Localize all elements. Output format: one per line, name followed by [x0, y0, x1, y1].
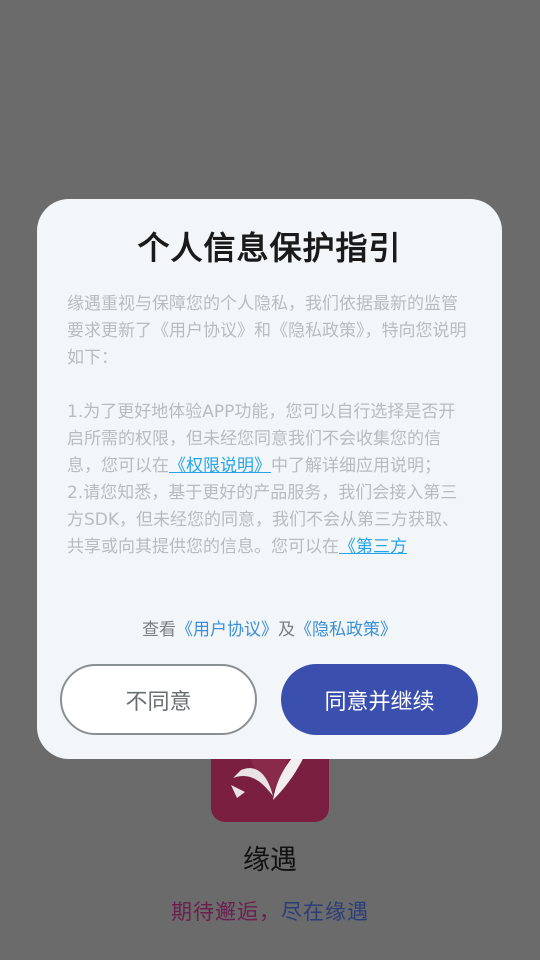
- app-name: 缘遇: [243, 845, 297, 876]
- third-party-link[interactable]: 《第三方: [339, 537, 407, 557]
- agreement-links: 查看《用户协议》及《隐私政策》: [37, 615, 502, 640]
- view-label: 查看: [142, 620, 176, 640]
- intro-text: 缘遇重视与保障您的个人隐私，我们依据最新的监管要求更新了《用户协议》和《隐私政策…: [67, 294, 467, 368]
- item-2: 2.请您知悉，基于更好的产品服务，我们会接入第三方SDK，但未经您的同意，我们不…: [67, 480, 469, 561]
- app-slogan: 期待邂逅，尽在缘遇: [0, 896, 540, 926]
- item-1-text-end: 中了解详细应用说明；: [271, 456, 441, 476]
- privacy-policy-link[interactable]: 《隐私政策》: [295, 620, 397, 640]
- slogan-part1: 期待邂逅，: [171, 900, 281, 924]
- privacy-dialog: 个人信息保护指引 缘遇重视与保障您的个人隐私，我们依据最新的监管要求更新了《用户…: [37, 199, 502, 759]
- dialog-title: 个人信息保护指引: [137, 229, 402, 267]
- slogan-part2: 尽在缘遇: [281, 900, 369, 924]
- dialog-body-scroll[interactable]: 缘遇重视与保障您的个人隐私，我们依据最新的监管要求更新了《用户协议》和《隐私政策…: [67, 291, 469, 583]
- disagree-button[interactable]: 不同意: [60, 664, 257, 735]
- permission-description-link[interactable]: 《权限说明》: [169, 456, 271, 476]
- screen: 缘遇 期待邂逅，尽在缘遇 个人信息保护指引 缘遇重视与保障您的个人隐私，我们依据…: [0, 0, 540, 960]
- and-label: 及: [278, 620, 295, 640]
- user-agreement-link[interactable]: 《用户协议》: [176, 620, 278, 640]
- item-1: 1.为了更好地体验APP功能，您可以自行选择是否开启所需的权限，但未经您同意我们…: [67, 399, 469, 480]
- agree-continue-button[interactable]: 同意并继续: [281, 664, 478, 735]
